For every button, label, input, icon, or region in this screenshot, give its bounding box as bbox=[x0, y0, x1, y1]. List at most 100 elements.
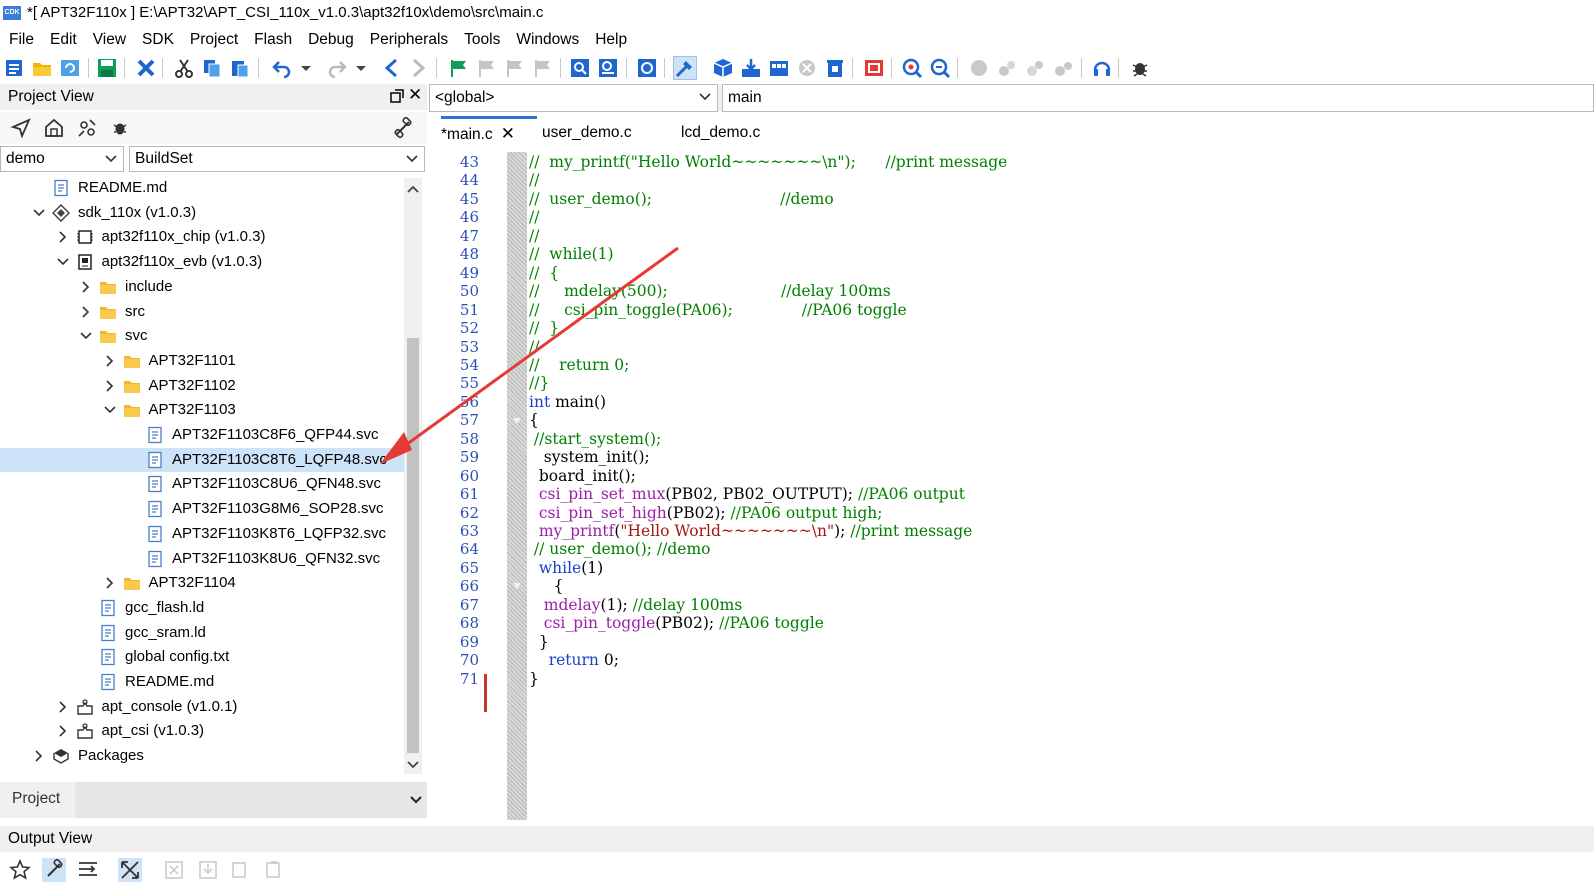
bookmark-flag-icon[interactable] bbox=[446, 56, 470, 80]
step-over-icon[interactable] bbox=[995, 56, 1019, 80]
tree-item[interactable]: APT32F1103C8T6_LQFP48.svc bbox=[0, 447, 404, 473]
filter-icon[interactable] bbox=[118, 858, 142, 882]
tree-item[interactable]: README.md bbox=[0, 670, 404, 695]
save-output-icon[interactable] bbox=[196, 858, 220, 882]
code-line[interactable]: // bbox=[529, 227, 539, 245]
find-in-files-icon[interactable] bbox=[635, 56, 659, 80]
next-bookmark-icon[interactable] bbox=[502, 56, 526, 80]
copy-output-icon[interactable] bbox=[228, 858, 252, 882]
tree-item[interactable]: Packages bbox=[0, 744, 404, 769]
code-line[interactable]: // while(1) bbox=[529, 245, 614, 263]
tab-main-c[interactable]: *main.c ✕ bbox=[441, 116, 537, 150]
link-editor-icon[interactable] bbox=[392, 117, 414, 139]
code-line[interactable]: while(1) bbox=[529, 559, 603, 577]
menu-flash[interactable]: Flash bbox=[246, 28, 300, 52]
tree-item[interactable]: APT32F1103K8U6_QFN32.svc bbox=[0, 547, 404, 572]
new-file-icon[interactable] bbox=[2, 56, 26, 80]
code-line[interactable]: // bbox=[529, 171, 539, 189]
batch-build-icon[interactable] bbox=[767, 56, 791, 80]
tree-item[interactable]: include bbox=[0, 275, 404, 300]
build-icon[interactable] bbox=[673, 56, 697, 80]
code-line[interactable]: { bbox=[529, 411, 539, 429]
menu-help[interactable]: Help bbox=[587, 28, 635, 52]
bug-icon[interactable] bbox=[1128, 56, 1152, 80]
close-panel-icon[interactable]: ✕ bbox=[408, 85, 422, 105]
debug-without-download-icon[interactable] bbox=[928, 56, 952, 80]
close-tab-icon[interactable]: ✕ bbox=[501, 124, 515, 143]
menu-peripherals[interactable]: Peripherals bbox=[362, 28, 456, 52]
scope-select[interactable]: <global> bbox=[429, 84, 718, 112]
code-line[interactable]: //} bbox=[529, 374, 549, 392]
navigate-back-icon[interactable] bbox=[380, 56, 404, 80]
chevron-right-icon[interactable] bbox=[57, 725, 69, 737]
chevron-down-icon[interactable] bbox=[103, 404, 116, 416]
tree-item[interactable]: README.md bbox=[0, 178, 404, 201]
menu-windows[interactable]: Windows bbox=[508, 28, 587, 52]
close-file-icon[interactable] bbox=[134, 56, 158, 80]
flash-erase-icon[interactable] bbox=[862, 56, 886, 80]
menu-debug[interactable]: Debug bbox=[300, 28, 362, 52]
chevron-right-icon[interactable] bbox=[104, 577, 116, 589]
download-icon[interactable] bbox=[739, 56, 763, 80]
chevron-down-icon[interactable] bbox=[80, 330, 92, 342]
tree-item[interactable]: APT32F1103C8U6_QFN48.svc bbox=[0, 472, 404, 497]
redo-icon[interactable] bbox=[325, 56, 349, 80]
prev-bookmark-icon[interactable] bbox=[474, 56, 498, 80]
chevron-right-icon[interactable] bbox=[57, 701, 69, 713]
tree-item[interactable]: gcc_flash.ld bbox=[0, 596, 404, 621]
step-into-icon[interactable] bbox=[1023, 56, 1047, 80]
support-headset-icon[interactable] bbox=[1090, 56, 1114, 80]
menu-file[interactable]: File bbox=[0, 28, 42, 52]
code-line[interactable]: // bbox=[529, 338, 539, 356]
code-line[interactable]: { bbox=[529, 577, 564, 595]
open-folder-icon[interactable] bbox=[30, 56, 54, 80]
chevron-right-icon[interactable] bbox=[80, 305, 92, 318]
project-tab-dropdown[interactable] bbox=[75, 782, 427, 818]
star-icon[interactable] bbox=[8, 858, 32, 882]
undo-dropdown-icon[interactable] bbox=[298, 56, 314, 80]
tree-item[interactable]: svc bbox=[0, 324, 404, 349]
project-tab[interactable]: Project bbox=[12, 790, 60, 808]
undo-icon[interactable] bbox=[270, 56, 294, 80]
tree-item[interactable]: global config.txt bbox=[0, 645, 404, 670]
chevron-right-icon[interactable] bbox=[104, 355, 116, 367]
code-line[interactable]: system_init(); bbox=[529, 448, 650, 466]
chevron-right-icon[interactable] bbox=[33, 750, 45, 762]
code-editor[interactable]: 43 44 45 46 47 48 49 50 51 52 53 54 55 56 57 58 59 60 61 62… bbox=[429, 152, 1594, 820]
fold-toggle-icon[interactable] bbox=[512, 582, 522, 590]
tree-item[interactable]: gcc_sram.ld bbox=[0, 621, 404, 646]
fold-toggle-icon[interactable] bbox=[512, 417, 522, 425]
code-line[interactable]: // bbox=[529, 208, 539, 226]
clear-output-icon[interactable] bbox=[162, 858, 186, 882]
home-icon[interactable] bbox=[43, 117, 65, 139]
code-line[interactable]: // return 0; bbox=[529, 356, 629, 374]
locate-icon[interactable] bbox=[10, 117, 32, 139]
menu-view[interactable]: View bbox=[85, 28, 134, 52]
link-icon[interactable] bbox=[42, 858, 66, 882]
build-config-select[interactable]: BuildSet bbox=[129, 146, 425, 172]
code-line[interactable]: // { bbox=[529, 264, 559, 282]
scroll-down-icon[interactable] bbox=[404, 756, 422, 772]
clear-bookmarks-icon[interactable] bbox=[530, 56, 554, 80]
find-icon[interactable] bbox=[568, 56, 592, 80]
menu-edit[interactable]: Edit bbox=[42, 28, 85, 52]
code-line[interactable]: return 0; bbox=[529, 651, 619, 669]
tree-item[interactable]: sdk_110x (v1.0.3) bbox=[0, 201, 404, 226]
clean-icon[interactable] bbox=[823, 56, 847, 80]
chevron-right-icon[interactable] bbox=[80, 281, 92, 293]
scroll-up-icon[interactable] bbox=[404, 182, 422, 198]
step-out-icon[interactable] bbox=[1051, 56, 1075, 80]
tree-item[interactable]: APT32F1103 bbox=[0, 398, 404, 423]
code-line[interactable]: my_printf("Hello World~~~~~~~\n"); //pri… bbox=[529, 522, 972, 540]
package-icon[interactable] bbox=[711, 56, 735, 80]
code-line[interactable]: // user_demo(); //demo bbox=[529, 540, 711, 558]
debug-bug-icon[interactable] bbox=[109, 117, 131, 139]
refresh-icon[interactable] bbox=[58, 56, 82, 80]
code-line[interactable]: // user_demo(); //demo bbox=[529, 190, 834, 208]
code-line[interactable]: csi_pin_set_mux(PB02, PB02_OUTPUT); //PA… bbox=[529, 485, 965, 503]
code-line[interactable]: board_init(); bbox=[529, 467, 636, 485]
code-line[interactable]: //start_system(); bbox=[529, 430, 661, 448]
tree-item[interactable]: apt32f110x_evb (v1.0.3) bbox=[0, 250, 404, 275]
workspace-settings-icon[interactable] bbox=[76, 117, 98, 139]
scrollbar-thumb[interactable] bbox=[407, 338, 419, 753]
